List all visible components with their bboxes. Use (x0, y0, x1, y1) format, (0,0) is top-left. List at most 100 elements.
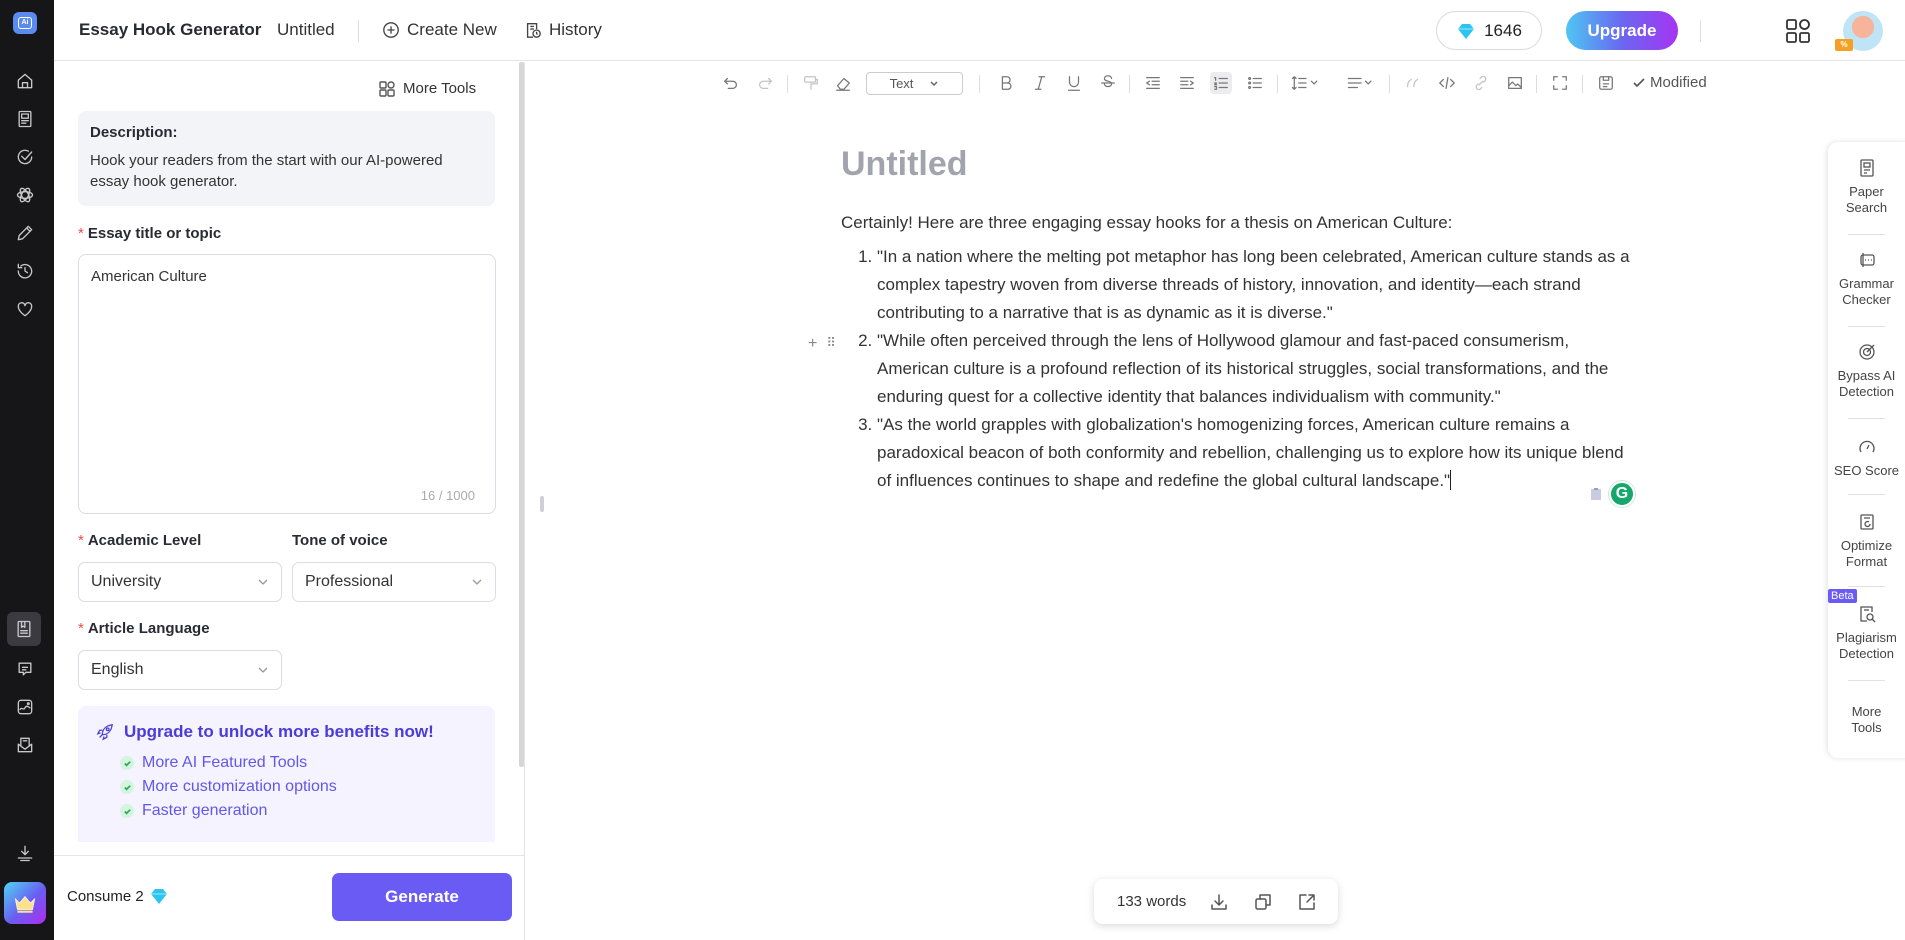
save-icon[interactable] (1595, 72, 1617, 94)
header-divider (1700, 20, 1701, 42)
academic-level-value: University (91, 573, 162, 590)
tool-optimize-format[interactable]: Optimize Format (1828, 512, 1905, 570)
tool-paper-search[interactable]: Paper Search (1828, 158, 1905, 216)
generate-button[interactable]: Generate (332, 873, 512, 921)
hook-item: "As the world grapples with globalizatio… (877, 411, 1641, 495)
credits-badge[interactable]: 1646 (1436, 11, 1542, 50)
tool-bypass-ai[interactable]: Bypass AI Detection (1828, 342, 1905, 400)
crown-icon[interactable] (4, 882, 46, 924)
ordered-list-icon[interactable] (1210, 72, 1232, 94)
tool-grammar-checker[interactable]: Grammar Checker (1828, 250, 1905, 308)
optimize-icon (1859, 514, 1874, 530)
toolbar-divider (787, 75, 788, 93)
atom-icon[interactable] (12, 182, 38, 208)
add-block-icon[interactable]: + (808, 335, 817, 353)
italic-icon[interactable] (1029, 72, 1051, 94)
academic-label-text: Academic Level (87, 532, 202, 549)
strikethrough-icon[interactable] (1097, 72, 1119, 94)
upgrade-button[interactable]: Upgrade (1566, 11, 1678, 50)
heart-icon[interactable] (12, 296, 38, 322)
bold-icon[interactable] (995, 72, 1017, 94)
redo-icon[interactable] (754, 72, 776, 94)
tool-divider (1848, 418, 1885, 419)
undo-icon[interactable] (720, 72, 742, 94)
code-icon[interactable] (1436, 72, 1458, 94)
topic-label-text: Essay title or topic (87, 225, 222, 242)
document-body[interactable]: Certainly! Here are three engaging essay… (841, 209, 1641, 495)
check-circle-icon[interactable] (12, 144, 38, 170)
consume-info: Consume 2 (67, 886, 169, 906)
link-icon[interactable] (1470, 72, 1492, 94)
text-cursor (1450, 470, 1452, 490)
image-insert-icon[interactable] (1504, 72, 1526, 94)
drag-handle-icon[interactable]: ⠿ (826, 335, 835, 353)
create-new-button[interactable]: Create New (382, 20, 497, 40)
app-rail: Ai (0, 0, 54, 940)
grammarly-icon[interactable]: G (1609, 481, 1635, 507)
book-icon[interactable] (7, 612, 41, 646)
block-handle[interactable]: + ⠿ (808, 335, 836, 353)
tool-seo-score[interactable]: SEO Score (1828, 437, 1905, 479)
credits-count: 1646 (1484, 20, 1522, 40)
panel-resize-handle[interactable] (540, 496, 544, 512)
tool-divider (1848, 326, 1885, 327)
editor-toolbar: Text Modified (525, 62, 1905, 104)
promo-item-text: More customization options (142, 778, 337, 795)
topic-input[interactable]: American Culture 16 / 1000 (78, 254, 496, 514)
diamond-icon (1458, 23, 1475, 39)
academic-level-select[interactable]: University (78, 562, 282, 602)
image-icon[interactable] (12, 694, 38, 720)
tool-divider (1848, 586, 1885, 587)
pencil-icon[interactable] (12, 220, 38, 246)
text-style-select[interactable]: Text (866, 72, 963, 95)
home-icon[interactable] (12, 68, 38, 94)
tool-plagiarism-detection[interactable]: Plagiarism Detection (1828, 604, 1905, 662)
line-height-dropdown[interactable] (1287, 72, 1325, 94)
history-doc-icon (526, 23, 541, 38)
fullscreen-icon[interactable] (1549, 72, 1571, 94)
apps-grid-icon[interactable] (1785, 18, 1811, 44)
format-painter-icon[interactable] (800, 72, 822, 94)
more-tools-button[interactable]: More Tools (379, 80, 476, 97)
clipboard-icon[interactable] (1589, 487, 1603, 501)
underline-icon[interactable] (1063, 72, 1085, 94)
chevron-down-icon (472, 579, 482, 585)
user-avatar[interactable]: % (1835, 11, 1883, 51)
hook-item: "While often perceived through the lens … (877, 327, 1641, 411)
required-mark: * (78, 620, 84, 637)
copy-icon[interactable] (1251, 890, 1275, 914)
language-label-text: Article Language (87, 620, 210, 637)
indent-icon[interactable] (1176, 72, 1198, 94)
tool-more-tools[interactable]: More Tools (1828, 704, 1905, 736)
quote-icon[interactable] (1402, 72, 1424, 94)
chat-icon[interactable] (12, 656, 38, 682)
tool-label: Grammar Checker (1839, 276, 1894, 307)
align-dropdown[interactable] (1342, 72, 1380, 94)
chevron-down-icon (930, 80, 938, 86)
mail-icon[interactable] (12, 732, 38, 758)
discount-badge: % (1835, 39, 1853, 51)
document-name[interactable]: Untitled (277, 20, 335, 40)
history-button[interactable]: History (524, 20, 602, 40)
eraser-icon[interactable] (832, 72, 854, 94)
history-label: History (549, 20, 602, 39)
tool-label: SEO Score (1833, 463, 1900, 478)
bullet-list-icon[interactable] (1244, 72, 1266, 94)
download-doc-icon[interactable] (1207, 890, 1231, 914)
outdent-icon[interactable] (1142, 72, 1164, 94)
tone-select[interactable]: Professional (292, 562, 496, 602)
document-icon[interactable] (12, 106, 38, 132)
character-counter: 16 / 1000 (420, 488, 475, 503)
tone-value: Professional (305, 573, 394, 590)
panel-footer: Consume 2 Generate (54, 855, 524, 940)
download-icon[interactable] (12, 840, 38, 866)
toolbar-divider (1536, 75, 1537, 93)
generator-panel: More Tools Description: Hook your reader… (54, 62, 524, 852)
document-title[interactable]: Untitled (841, 145, 968, 184)
open-external-icon[interactable] (1295, 890, 1319, 914)
upgrade-promo[interactable]: Upgrade to unlock more benefits now! Mor… (78, 706, 495, 842)
language-select[interactable]: English (78, 650, 282, 690)
diamond-icon (150, 889, 167, 904)
history-icon[interactable] (12, 258, 38, 284)
app-logo[interactable]: Ai (13, 12, 37, 34)
